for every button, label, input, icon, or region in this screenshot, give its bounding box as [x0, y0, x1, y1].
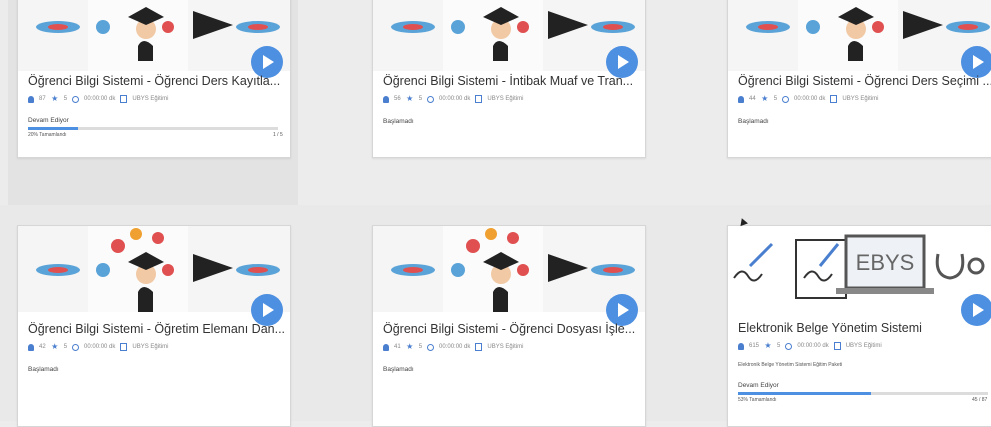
course-card[interactable]: EBYS Elektronik Belge Yönetim Sistemi 61… [727, 225, 991, 427]
course-thumbnail [18, 226, 290, 312]
course-title[interactable]: Elektronik Belge Yönetim Sistemi [738, 321, 922, 335]
rating: 5 [773, 96, 778, 102]
status-text: Başlamadı [383, 366, 414, 373]
document-icon [830, 95, 838, 103]
clock-icon [72, 95, 80, 103]
student-count: 42 [39, 344, 46, 350]
user-icon [383, 343, 389, 351]
progress-count: 45 / 87 [972, 397, 988, 403]
graduate-illustration [373, 0, 645, 71]
user-icon [738, 342, 744, 350]
star-icon: ★ [51, 94, 59, 103]
clock-icon [782, 95, 790, 103]
document-icon [120, 95, 128, 103]
rating: 5 [777, 343, 781, 349]
user-icon [738, 95, 744, 103]
graduate-illustration [18, 226, 290, 312]
course-title[interactable]: Öğrenci Bilgi Sistemi - Öğrenci Ders Seç… [738, 74, 991, 88]
course-card[interactable]: Öğrenci Bilgi Sistemi - Öğrenci Ders Kay… [17, 0, 291, 158]
course-thumbnail: EBYS [728, 226, 991, 312]
course-card[interactable]: Öğrenci Bilgi Sistemi - Öğretim Elemanı … [17, 225, 291, 427]
rating: 5 [63, 96, 68, 102]
document-icon [475, 343, 483, 351]
category: UBYS Eğitimi [132, 344, 169, 350]
clock-icon [785, 342, 793, 350]
student-count: 87 [39, 96, 46, 102]
graduate-illustration [728, 0, 991, 71]
course-meta: 42 ★ 5 00:00:00 dk UBYS Eğitimi [28, 343, 168, 351]
rating: 5 [418, 344, 423, 350]
progress-label: 20% Tamamlandı [28, 132, 67, 138]
ebys-illustration: EBYS [728, 226, 991, 312]
course-description: Elektronik Belge Yönetim Sistemi Eğitim … [738, 362, 843, 368]
play-button[interactable] [961, 294, 991, 326]
graduate-illustration [18, 0, 290, 71]
course-meta: 41 ★ 5 00:00:00 dk UBYS Eğitimi [383, 343, 523, 351]
star-icon: ★ [406, 94, 414, 103]
status-text: Başlamadı [738, 118, 769, 125]
rating: 5 [418, 96, 423, 102]
progress-fill [28, 127, 78, 130]
star-icon: ★ [761, 94, 769, 103]
duration: 00:00:00 dk [439, 96, 471, 102]
clock-icon [427, 95, 435, 103]
course-title[interactable]: Öğrenci Bilgi Sistemi - İntibak Muaf ve … [383, 74, 633, 88]
course-thumbnail [728, 0, 991, 71]
course-meta: 56 ★ 5 00:00:00 dk UBYS Eğitimi [383, 95, 523, 103]
user-icon [28, 95, 34, 103]
clock-icon [427, 343, 435, 351]
course-title[interactable]: Öğrenci Bilgi Sistemi - Öğretim Elemanı … [28, 322, 285, 336]
course-card[interactable]: Öğrenci Bilgi Sistemi - Öğrenci Dosyası … [372, 225, 646, 427]
rating: 5 [63, 344, 68, 350]
course-card[interactable]: Öğrenci Bilgi Sistemi - İntibak Muaf ve … [372, 0, 646, 158]
course-meta: 615 ★ 5 00:00:00 dk UBYS Eğitimi [738, 342, 882, 350]
student-count: 615 [749, 343, 760, 349]
document-icon [833, 342, 841, 350]
status-text: Başlamadı [383, 118, 414, 125]
progress-count: 1 / 5 [273, 132, 283, 138]
progress-label: 53% Tamamlandı [738, 397, 777, 403]
duration: 00:00:00 dk [439, 344, 471, 350]
student-count: 56 [394, 96, 401, 102]
category: UBYS Eğitimi [842, 96, 879, 102]
ebys-logo-text: EBYS [856, 250, 915, 275]
course-thumbnail [18, 0, 290, 71]
duration: 00:00:00 dk [84, 96, 116, 102]
category: UBYS Eğitimi [845, 343, 882, 349]
user-icon [383, 95, 389, 103]
star-icon: ★ [51, 342, 59, 351]
category: UBYS Eğitimi [487, 344, 524, 350]
status-text: Devam Ediyor [738, 382, 779, 389]
category: UBYS Eğitimi [132, 96, 169, 102]
course-meta: 87 ★ 5 00:00:00 dk UBYS Eğitimi [28, 95, 168, 103]
user-icon [28, 343, 34, 351]
duration: 00:00:00 dk [797, 343, 829, 349]
course-title[interactable]: Öğrenci Bilgi Sistemi - Öğrenci Dosyası … [383, 322, 635, 336]
graduate-illustration [373, 226, 645, 312]
course-meta: 44 ★ 5 00:00:00 dk UBYS Eğitimi [738, 95, 878, 103]
progress-bar [28, 127, 278, 130]
document-icon [120, 343, 128, 351]
star-icon: ★ [406, 342, 414, 351]
status-text: Devam Ediyor [28, 117, 69, 124]
star-icon: ★ [764, 341, 772, 350]
progress-bar [738, 392, 988, 395]
course-thumbnail [373, 0, 645, 71]
duration: 00:00:00 dk [84, 344, 116, 350]
course-card[interactable]: Öğrenci Bilgi Sistemi - Öğrenci Ders Seç… [727, 0, 991, 158]
duration: 00:00:00 dk [794, 96, 826, 102]
student-count: 41 [394, 344, 401, 350]
category: UBYS Eğitimi [487, 96, 524, 102]
course-title[interactable]: Öğrenci Bilgi Sistemi - Öğrenci Ders Kay… [28, 74, 280, 88]
status-text: Başlamadı [28, 366, 59, 373]
clock-icon [72, 343, 80, 351]
progress-fill [738, 392, 871, 395]
document-icon [475, 95, 483, 103]
course-thumbnail [373, 226, 645, 312]
student-count: 44 [749, 96, 756, 102]
